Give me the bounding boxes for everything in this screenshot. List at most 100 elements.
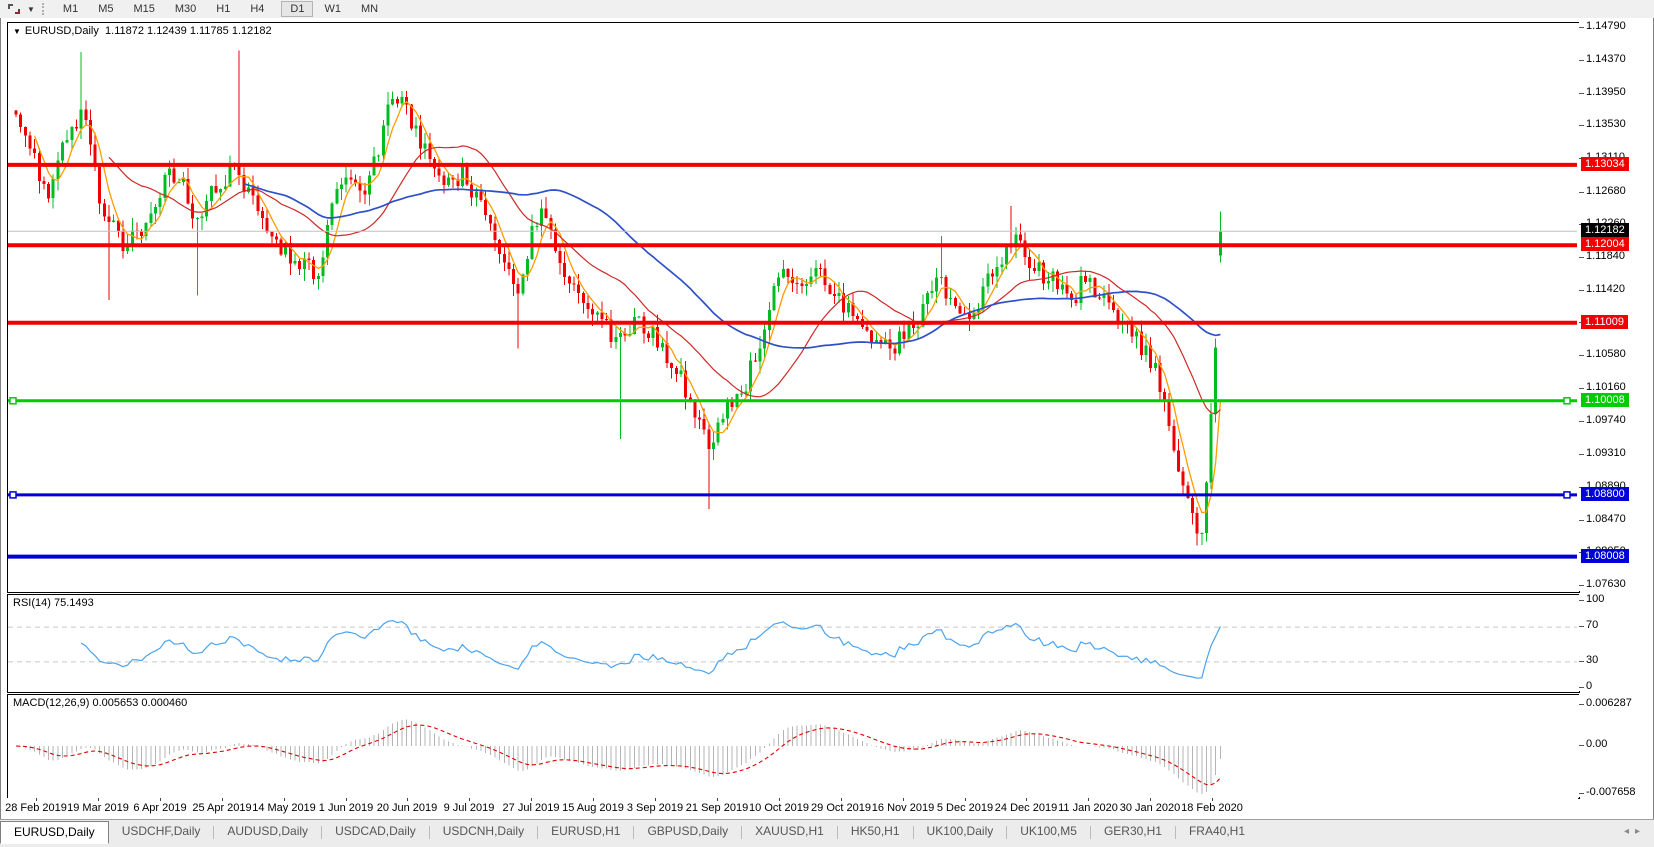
- time-axis-tick: [407, 798, 408, 801]
- time-axis-label: 1 Jun 2019: [319, 802, 373, 814]
- time-axis-tick: [284, 798, 285, 801]
- price-axis-label: 1.12680: [1586, 185, 1626, 197]
- price-axis-tick: [1579, 60, 1584, 61]
- time-axis-label: 24 Dec 2019: [995, 802, 1057, 814]
- price-level-badge: 1.10008: [1581, 393, 1629, 407]
- time-axis-label: 18 Feb 2020: [1181, 802, 1243, 814]
- macd-indicator-panel[interactable]: MACD(12,26,9) 0.005653 0.000460: [7, 694, 1580, 799]
- macd-axis-label: -0.007658: [1586, 786, 1636, 798]
- time-axis-tick: [98, 798, 99, 801]
- rsi-axis-tick: [1579, 626, 1584, 627]
- chart-tab-eurusd-daily[interactable]: EURUSD,Daily: [0, 821, 109, 844]
- price-level-badge: 1.08800: [1581, 487, 1629, 501]
- price-axis-tick: [1579, 257, 1584, 258]
- timeframe-button-h1[interactable]: H1: [207, 1, 239, 17]
- tab-scroll-left-icon[interactable]: ◂: [1624, 826, 1635, 837]
- tab-scroll-right-icon[interactable]: ▸: [1635, 826, 1646, 837]
- price-axis-label: 1.08470: [1586, 513, 1626, 525]
- time-axis-label: 19 Mar 2019: [67, 802, 129, 814]
- timeframe-button-mn[interactable]: MN: [352, 1, 387, 17]
- chart-tab-audusd-daily[interactable]: AUDUSD,Daily: [214, 821, 321, 842]
- chart-tab-usdcad-daily[interactable]: USDCAD,Daily: [322, 821, 429, 842]
- chart-tab-hk50-h1[interactable]: HK50,H1: [838, 821, 913, 842]
- macd-axis[interactable]: 0.006287 0.00 -0.007658: [1579, 694, 1653, 797]
- price-chart-panel[interactable]: ▼ EURUSD,Daily 1.11872 1.12439 1.11785 1.…: [7, 22, 1580, 593]
- time-axis-label: 20 Jun 2019: [377, 802, 438, 814]
- time-axis-label: 5 Dec 2019: [937, 802, 993, 814]
- chart-tab-bar: EURUSD,DailyUSDCHF,DailyAUDUSD,DailyUSDC…: [0, 819, 1654, 847]
- price-level-badge: 1.13034: [1581, 157, 1629, 171]
- macd-axis-tick: [1579, 704, 1584, 705]
- price-axis-tick: [1579, 454, 1584, 455]
- price-axis-label: 1.11840: [1586, 250, 1625, 262]
- time-axis-tick: [36, 798, 37, 801]
- chevron-down-icon[interactable]: ▼: [27, 5, 35, 14]
- chart-tab-ger30-h1[interactable]: GER30,H1: [1091, 821, 1175, 842]
- price-axis-label: 1.10160: [1586, 381, 1626, 393]
- time-axis-label: 25 Apr 2019: [192, 802, 251, 814]
- macd-axis-label: 0.00: [1586, 738, 1607, 750]
- timeframe-button-m15[interactable]: M15: [124, 1, 163, 17]
- macd-label: MACD(12,26,9) 0.005653 0.000460: [13, 697, 187, 709]
- time-axis[interactable]: 28 Feb 2019 19 Mar 2019 6 Apr 2019 25 Ap…: [7, 798, 1578, 818]
- chart-symbol-label: EURUSD,Daily: [25, 25, 99, 37]
- time-axis-tick: [1150, 798, 1151, 801]
- chart-tab-uk100-daily[interactable]: UK100,Daily: [914, 821, 1007, 842]
- time-axis-tick: [841, 798, 842, 801]
- chart-tab-fra40-h1[interactable]: FRA40,H1: [1176, 821, 1258, 842]
- time-axis-label: 3 Sep 2019: [627, 802, 683, 814]
- timeframe-toolbar: ▼ M1M5M15M30H1H4 D1W1MN: [0, 0, 1654, 19]
- price-axis-tick: [1579, 125, 1584, 126]
- price-axis-label: 1.13530: [1586, 118, 1626, 130]
- time-axis-tick: [1212, 798, 1213, 801]
- price-axis-label: 1.13950: [1586, 86, 1626, 98]
- time-axis-tick: [160, 798, 161, 801]
- rsi-axis-label: 30: [1586, 654, 1598, 666]
- time-axis-tick: [779, 798, 780, 801]
- time-axis-tick: [655, 798, 656, 801]
- time-axis-label: 21 Sep 2019: [686, 802, 748, 814]
- time-axis-label: 10 Oct 2019: [749, 802, 809, 814]
- chart-window: ▼ EURUSD,Daily 1.11872 1.12439 1.11785 1.…: [0, 18, 1654, 819]
- window-menu-icon[interactable]: ▼: [13, 27, 21, 36]
- chart-tab-xauusd-h1[interactable]: XAUUSD,H1: [742, 821, 837, 842]
- macd-axis-tick: [1579, 793, 1584, 794]
- rsi-axis-label: 0: [1586, 680, 1592, 692]
- rsi-axis-tick: [1579, 687, 1584, 688]
- price-axis-tick: [1579, 421, 1584, 422]
- timeframe-button-w1[interactable]: W1: [315, 1, 350, 17]
- chart-tab-gbpusd-daily[interactable]: GBPUSD,Daily: [634, 821, 741, 842]
- timeframe-button-m30[interactable]: M30: [166, 1, 205, 17]
- time-axis-tick: [1088, 798, 1089, 801]
- price-axis-tick: [1579, 93, 1584, 94]
- price-level-badge: 1.12182: [1581, 223, 1629, 237]
- price-axis-tick: [1579, 355, 1584, 356]
- rsi-indicator-panel[interactable]: RSI(14) 75.1493: [7, 594, 1580, 693]
- chart-tab-usdcnh-daily[interactable]: USDCNH,Daily: [430, 821, 537, 842]
- time-axis-tick: [903, 798, 904, 801]
- macd-chart[interactable]: [8, 695, 1577, 796]
- chart-shift-icon[interactable]: [4, 2, 24, 16]
- time-axis-label: 14 May 2019: [252, 802, 316, 814]
- time-axis-tick: [469, 798, 470, 801]
- timeframe-button-m5[interactable]: M5: [89, 1, 122, 17]
- timeframe-button-h4[interactable]: H4: [241, 1, 273, 17]
- time-axis-label: 11 Jan 2020: [1058, 802, 1118, 814]
- candlestick-chart[interactable]: [8, 23, 1577, 590]
- trading-platform-window: ▼ M1M5M15M30H1H4 D1W1MN ▼ EURUSD,Daily 1.1…: [0, 0, 1654, 847]
- chart-tab-uk100-m5[interactable]: UK100,M5: [1007, 821, 1090, 842]
- price-axis-label: 1.09740: [1586, 414, 1626, 426]
- price-axis-tick: [1579, 520, 1584, 521]
- rsi-chart[interactable]: [8, 595, 1577, 690]
- rsi-axis-tick: [1579, 661, 1584, 662]
- timeframe-button-m1[interactable]: M1: [54, 1, 87, 17]
- price-axis-label: 1.14370: [1586, 53, 1626, 65]
- chart-tab-eurusd-h1[interactable]: EURUSD,H1: [538, 821, 633, 842]
- timeframe-button-d1[interactable]: D1: [281, 1, 313, 17]
- price-axis[interactable]: 1.14790 1.14370 1.13950 1.13530 1.13110 …: [1579, 22, 1653, 591]
- tab-scroll-arrows[interactable]: ◂▸: [1624, 826, 1646, 837]
- chart-tab-usdchf-daily[interactable]: USDCHF,Daily: [109, 821, 214, 842]
- chart-ohlc-values: 1.11872 1.12439 1.11785 1.12182: [105, 25, 272, 37]
- toolbar-grip[interactable]: [42, 3, 49, 15]
- rsi-axis[interactable]: 100 70 30 0: [1579, 594, 1653, 691]
